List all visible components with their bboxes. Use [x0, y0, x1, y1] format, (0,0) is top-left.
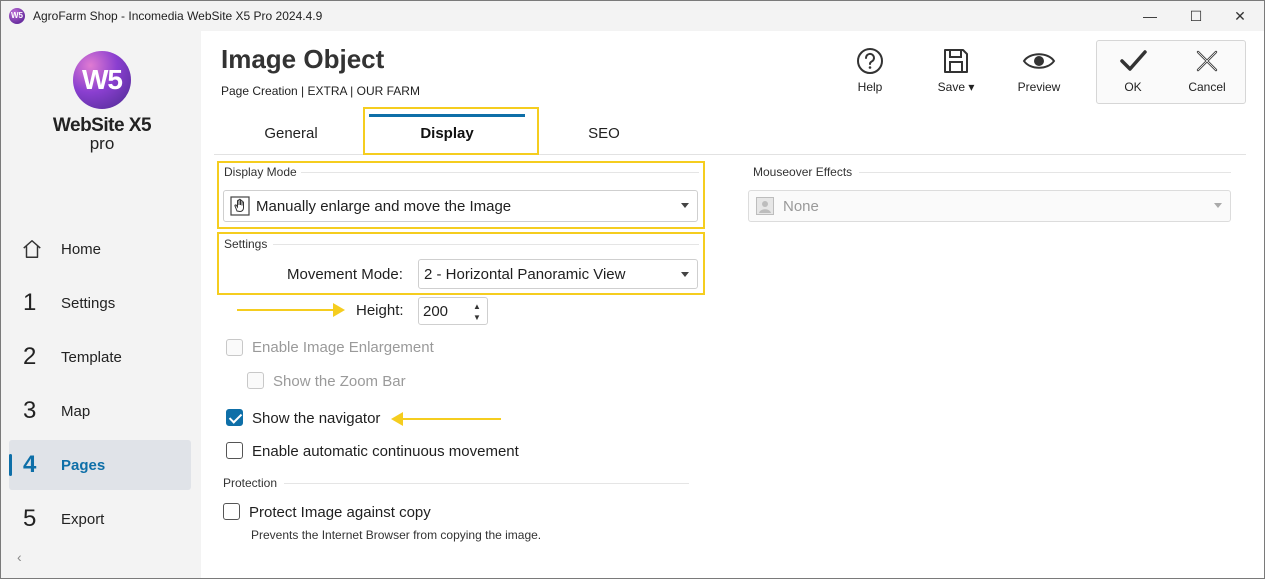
window-title: AgroFarm Shop - Incomedia WebSite X5 Pro… [33, 9, 323, 23]
active-tab-indicator [369, 114, 525, 117]
show-navigator-label: Show the navigator [252, 410, 381, 427]
hand-icon [224, 196, 256, 216]
protect-image-label: Protect Image against copy [249, 504, 431, 521]
sidebar-item-template[interactable]: 2 Template [9, 332, 191, 382]
image-icon [749, 197, 783, 215]
preview-button[interactable]: Preview [1004, 46, 1074, 94]
movement-mode-select[interactable]: 2 - Horizontal Panoramic View [418, 259, 698, 289]
group-divider [859, 172, 1231, 173]
tab-display[interactable]: Display [397, 125, 497, 142]
display-mode-select[interactable]: Manually enlarge and move the Image [223, 190, 698, 222]
protection-label: Protection [223, 476, 278, 490]
protect-image-description: Prevents the Internet Browser from copyi… [251, 528, 542, 542]
minimize-button[interactable]: — [1127, 1, 1173, 31]
sidebar-item-label: Map [61, 402, 91, 420]
enable-enlargement-checkbox[interactable] [226, 339, 243, 356]
page-title: Image Object [221, 44, 385, 74]
annotation-arrowhead [333, 303, 345, 317]
ok-button[interactable]: OK [1098, 46, 1168, 94]
stepper-up-icon[interactable]: ▲ [473, 302, 481, 311]
annotation-arrow [237, 309, 337, 311]
group-divider [273, 244, 699, 245]
sidebar-item-label: Template [61, 348, 122, 366]
group-divider [284, 483, 689, 484]
sidebar-item-map[interactable]: 3 Map [9, 386, 191, 436]
step-number: 3 [23, 397, 37, 424]
website-x5-logo: W5 [73, 51, 131, 109]
settings-label: Settings [224, 237, 268, 251]
mouseover-effects-value: None [783, 197, 819, 215]
sidebar-item-home[interactable]: Home [9, 224, 191, 274]
ok-label: OK [1124, 80, 1142, 94]
sidebar-item-pages[interactable]: 4 Pages [9, 440, 191, 490]
close-window-button[interactable]: ✕ [1217, 1, 1263, 31]
auto-movement-checkbox[interactable] [226, 442, 243, 459]
display-mode-label: Display Mode [224, 165, 297, 179]
breadcrumb: Page Creation | EXTRA | OUR FARM [221, 84, 420, 98]
step-number: 4 [23, 451, 37, 478]
enable-enlargement-label: Enable Image Enlargement [252, 339, 434, 356]
chevron-down-icon [1214, 203, 1222, 208]
close-icon [1196, 50, 1218, 72]
help-icon [857, 48, 883, 74]
annotation-arrow [401, 418, 501, 420]
step-number: 2 [23, 343, 37, 370]
sidebar-item-label: Settings [61, 294, 116, 312]
movement-mode-label: Movement Mode: [287, 266, 403, 283]
cancel-button[interactable]: Cancel [1172, 46, 1242, 94]
show-zoom-bar-label: Show the Zoom Bar [273, 373, 406, 390]
sidebar-item-settings[interactable]: 1 Settings [9, 278, 191, 328]
sidebar-item-label: Home [61, 240, 102, 258]
preview-label: Preview [1017, 80, 1061, 94]
help-button[interactable]: Help [835, 46, 905, 94]
display-mode-value: Manually enlarge and move the Image [256, 197, 512, 215]
save-button[interactable]: Save ▾ [921, 46, 991, 94]
protect-image-checkbox[interactable] [223, 503, 240, 520]
eye-icon [1022, 53, 1056, 69]
help-label: Help [857, 80, 883, 94]
group-divider [301, 172, 699, 173]
tab-seo[interactable]: SEO [554, 125, 654, 142]
app-icon: W5 [9, 8, 25, 24]
save-label: Save ▾ [937, 80, 975, 94]
stepper-down-icon[interactable]: ▼ [473, 313, 481, 322]
show-zoom-bar-checkbox[interactable] [247, 372, 264, 389]
checkmark-icon [1120, 50, 1147, 71]
mouseover-effects-label: Mouseover Effects [753, 165, 853, 179]
chevron-down-icon [681, 203, 689, 208]
movement-mode-value: 2 - Horizontal Panoramic View [424, 265, 626, 283]
height-value: 200 [423, 303, 449, 320]
cancel-label: Cancel [1188, 80, 1226, 94]
sidebar-item-export[interactable]: 5 Export [9, 494, 191, 544]
save-icon [944, 49, 968, 73]
collapse-sidebar-button[interactable]: ‹ [17, 549, 22, 565]
sidebar-item-label: Export [61, 510, 105, 528]
step-number: 1 [23, 289, 37, 316]
chevron-down-icon [681, 272, 689, 277]
logo-edition: pro [89, 134, 115, 153]
height-label: Height: [356, 302, 404, 319]
auto-movement-label: Enable automatic continuous movement [252, 443, 519, 460]
show-navigator-checkbox[interactable] [226, 409, 243, 426]
sidebar-item-label: Pages [61, 456, 106, 474]
step-number: 5 [23, 505, 37, 532]
maximize-button[interactable]: ☐ [1173, 1, 1219, 31]
tab-general[interactable]: General [241, 125, 341, 142]
home-icon [9, 237, 43, 261]
mouseover-effects-select[interactable]: None [748, 190, 1231, 222]
